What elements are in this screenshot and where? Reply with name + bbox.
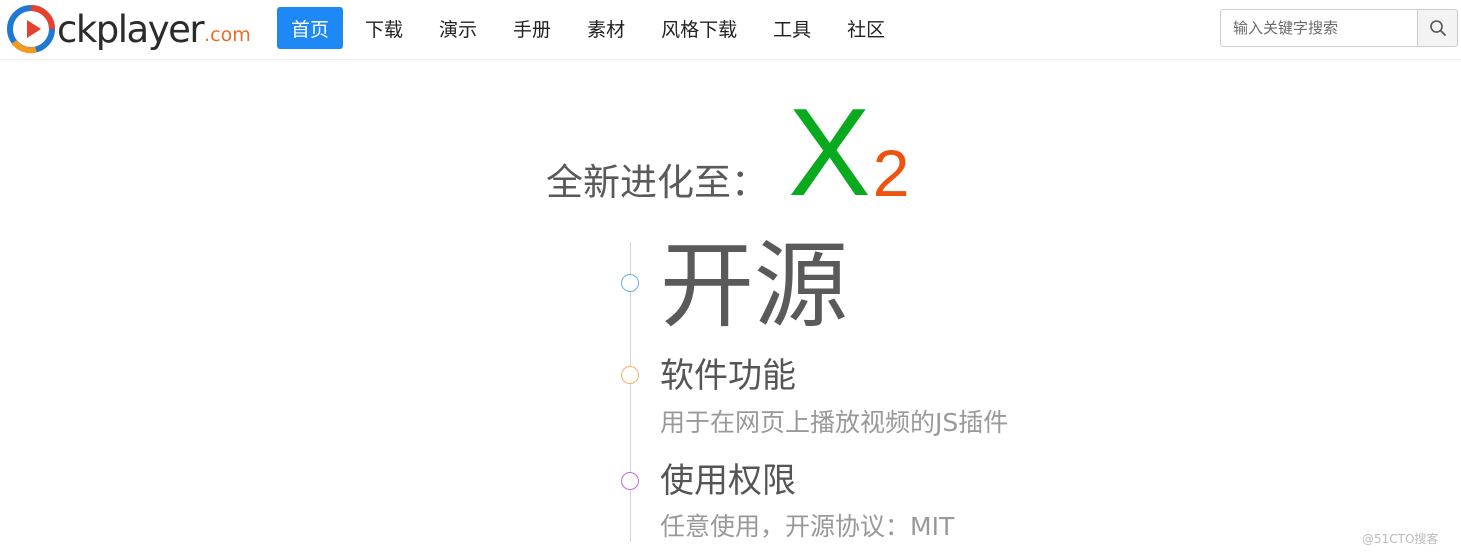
search-button[interactable] [1417,9,1458,47]
search-icon [1429,20,1446,36]
hero-prefix: 全新进化至： [546,161,768,204]
nav-item-style-download[interactable]: 风格下载 [647,7,751,49]
nav-item-manual[interactable]: 手册 [499,7,565,49]
ckplayer-logo-icon [7,5,55,54]
watermark: @51CTO搜客 [1362,532,1439,546]
search-box [1220,9,1458,47]
nav-item-demo[interactable]: 演示 [425,7,491,49]
timeline-title-open-source: 开源 [660,232,849,341]
version-number: 2 [872,136,910,210]
logo-suffix: .com [204,23,251,46]
timeline-title-features: 软件功能 [660,356,796,396]
timeline-dot-open-source [621,274,639,292]
hero-headline: 全新进化至： X 2 [546,84,910,222]
nav-item-community[interactable]: 社区 [833,7,899,49]
timeline-desc-features: 用于在网页上播放视频的JS插件 [660,408,1009,437]
top-navbar: ckplayer .com 首页 下载 演示 手册 素材 风格下载 工具 社区 [0,0,1461,60]
timeline-title-license: 使用权限 [660,461,796,501]
nav-item-home[interactable]: 首页 [277,7,344,49]
version-letter: X [788,84,871,222]
search-input[interactable] [1220,9,1417,47]
site-logo[interactable]: ckplayer .com [6,2,251,56]
nav-item-tools[interactable]: 工具 [759,7,825,49]
nav-item-download[interactable]: 下载 [351,7,417,49]
logo-text: ckplayer [57,7,205,51]
timeline-dot-license [621,472,639,490]
timeline-dot-features [621,366,639,384]
nav-item-assets[interactable]: 素材 [573,7,639,49]
timeline-desc-license: 任意使用，开源协议：MIT [660,512,955,541]
main-nav: 首页 下载 演示 手册 素材 风格下载 工具 社区 [277,7,907,49]
